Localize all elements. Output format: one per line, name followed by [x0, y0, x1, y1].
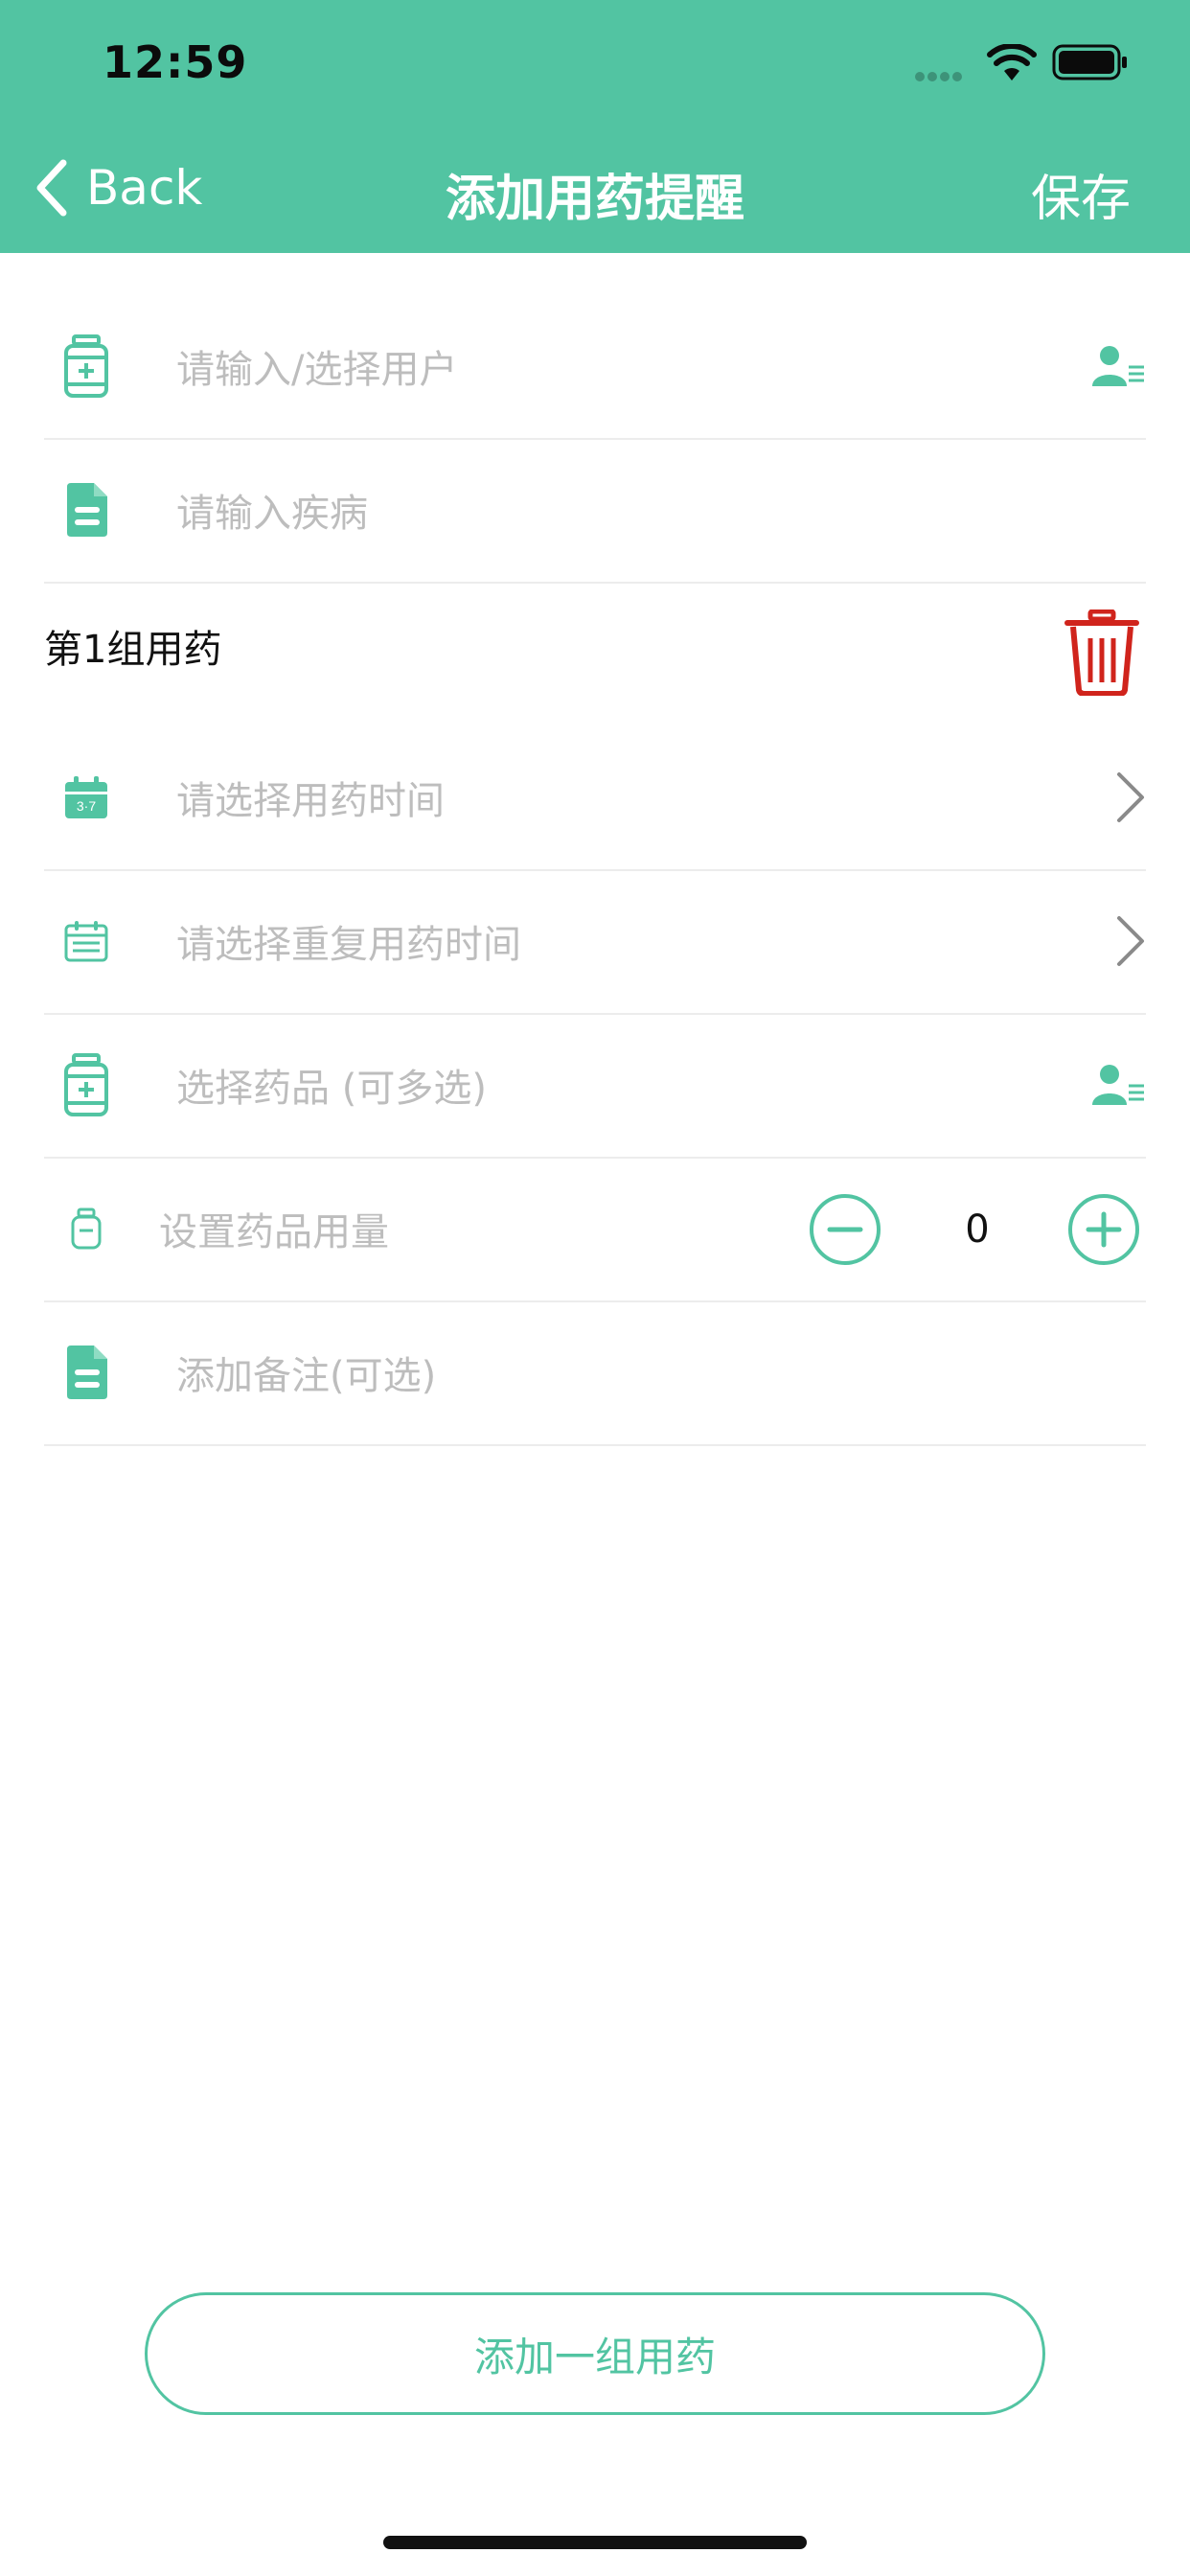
chevron-right-icon — [1060, 770, 1146, 824]
document-icon — [44, 481, 128, 539]
repeat-time-picker[interactable]: 请选择重复用药时间 — [176, 913, 1060, 969]
pill-jar-icon — [44, 1208, 128, 1250]
select-user-icon[interactable] — [1060, 344, 1146, 388]
medicine-bottle-icon — [44, 334, 128, 398]
plus-circle-icon — [1068, 1194, 1139, 1265]
trash-icon — [1064, 609, 1139, 697]
calendar-outline-icon — [44, 918, 128, 964]
battery-icon — [1052, 44, 1129, 84]
note-input[interactable]: 添加备注(可选) — [176, 1345, 1146, 1400]
calendar-icon: 3·7 — [44, 774, 128, 820]
chevron-right-icon — [1060, 914, 1146, 968]
cellular-signal-icon — [915, 67, 965, 85]
svg-text:3·7: 3·7 — [77, 798, 96, 814]
dosage-value: 0 — [965, 1208, 990, 1252]
save-button[interactable]: 保存 — [1031, 158, 1131, 230]
home-indicator — [383, 2536, 807, 2549]
select-medicine-icon[interactable] — [1060, 1063, 1146, 1107]
status-time: 12:59 — [103, 36, 248, 88]
note-row[interactable]: 添加备注(可选) — [44, 1300, 1146, 1446]
disease-row[interactable]: 请输入疾病 — [44, 438, 1146, 584]
user-row[interactable]: 请输入/选择用户 — [44, 294, 1146, 440]
increase-dosage-button[interactable] — [1067, 1193, 1140, 1270]
delete-group-button[interactable] — [1064, 609, 1140, 700]
add-medication-group-button[interactable]: 添加一组用药 — [145, 2292, 1045, 2415]
minus-circle-icon — [810, 1194, 881, 1265]
repeat-time-row[interactable]: 请选择重复用药时间 — [44, 869, 1146, 1015]
page-title: 添加用药提醒 — [445, 171, 744, 228]
medicine-bottle-icon — [44, 1053, 128, 1116]
medicine-select[interactable]: 选择药品 (可多选) — [176, 1057, 1060, 1113]
medicine-row[interactable]: 选择药品 (可多选) — [44, 1013, 1146, 1159]
navigation-header: 12:59 Back 添加用药提醒 保存 — [0, 0, 1190, 253]
decrease-dosage-button[interactable] — [809, 1193, 881, 1270]
medication-time-picker[interactable]: 请选择用药时间 — [176, 770, 1060, 825]
group-title: 第1组用药 — [44, 628, 222, 672]
disease-input[interactable]: 请输入疾病 — [176, 482, 1146, 538]
document-icon — [44, 1344, 128, 1401]
time-row[interactable]: 3·7 请选择用药时间 — [44, 725, 1146, 871]
wifi-icon — [987, 43, 1037, 86]
user-input[interactable]: 请输入/选择用户 — [176, 338, 1060, 394]
